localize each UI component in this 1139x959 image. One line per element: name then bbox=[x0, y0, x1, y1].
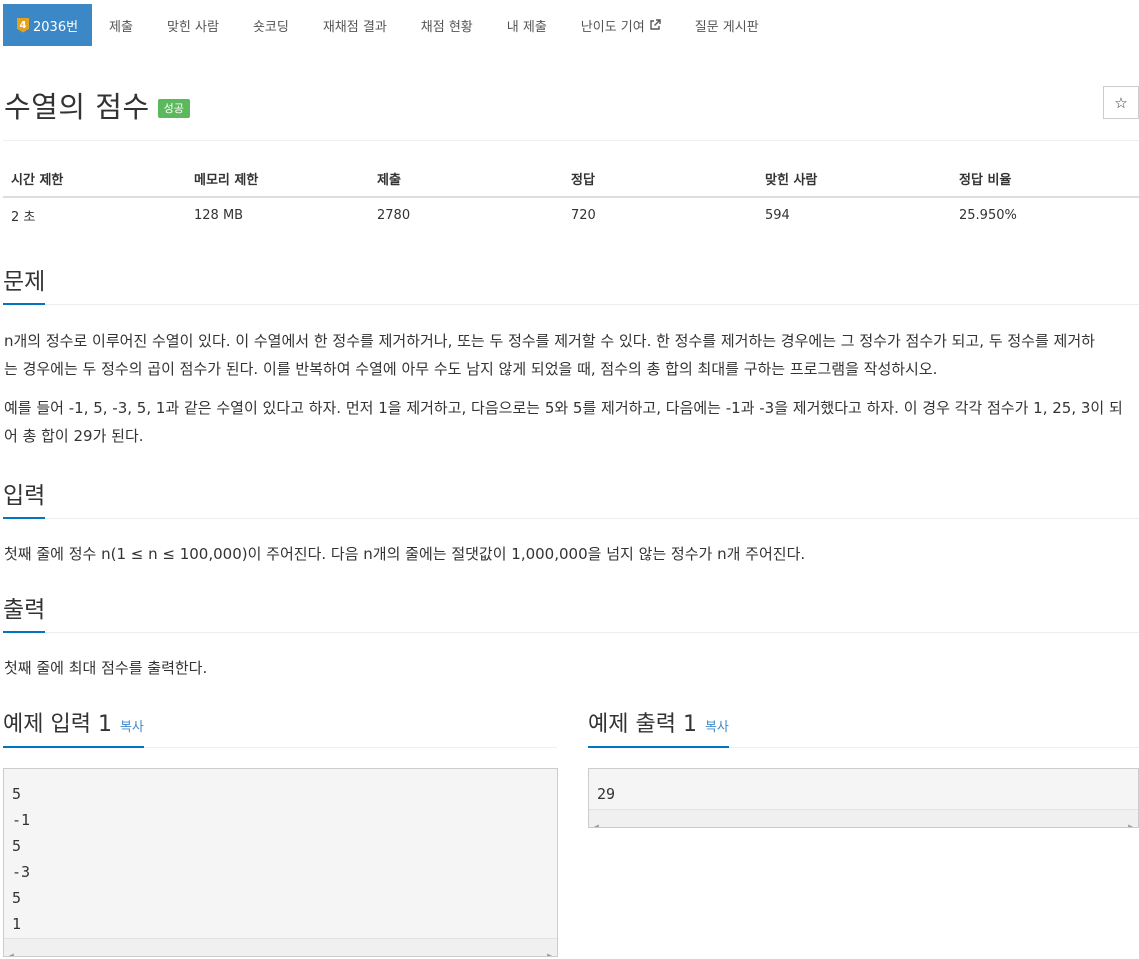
problem-description: n개의 정수로 이루어진 수열이 있다. 이 수열에서 한 정수를 제거하거나,… bbox=[4, 327, 1139, 450]
sample-output-box[interactable]: 29 ◀ ▶ bbox=[588, 768, 1139, 828]
info-header-submissions: 제출 bbox=[369, 160, 563, 198]
info-header-solved-users: 맞힌 사람 bbox=[757, 160, 951, 198]
problem-text-line: 어 총 합이 29가 된다. bbox=[4, 427, 144, 445]
problem-heading: 문제 bbox=[3, 262, 46, 305]
tab-my-submissions[interactable]: 내 제출 bbox=[490, 4, 564, 46]
favorite-star-button[interactable]: ☆ bbox=[1103, 86, 1139, 119]
external-link-icon bbox=[650, 19, 661, 30]
sample-output-line: 29 bbox=[597, 785, 616, 803]
page-title: 수열의 점수 bbox=[4, 90, 150, 124]
copy-sample-output-link[interactable]: 복사 bbox=[705, 716, 729, 735]
sample-input-line: -3 bbox=[12, 863, 31, 881]
sample-input-box[interactable]: 5 -1 5 -3 5 1 ◀ ▶ bbox=[3, 768, 558, 957]
info-solved-users: 594 bbox=[765, 208, 790, 223]
sample-input-header: 예제 입력 1 복사 bbox=[3, 706, 557, 748]
info-header-memory-limit: 메모리 제한 bbox=[186, 160, 369, 198]
problem-text-line: n개의 정수로 이루어진 수열이 있다. 이 수열에서 한 정수를 제거하거나,… bbox=[4, 332, 1095, 350]
scroll-left-icon[interactable]: ◀ bbox=[9, 943, 14, 956]
tab-solved-users[interactable]: 맞힌 사람 bbox=[150, 4, 236, 46]
tier-badge-icon: 4 bbox=[17, 17, 29, 33]
problem-number-label: 2036번 bbox=[33, 19, 79, 35]
scroll-right-icon[interactable]: ▶ bbox=[1128, 814, 1133, 827]
input-heading: 입력 bbox=[3, 476, 46, 519]
copy-sample-input-link[interactable]: 복사 bbox=[120, 716, 144, 735]
sample-input-line: 5 bbox=[12, 785, 22, 803]
info-accept-rate: 25.950% bbox=[959, 208, 1017, 223]
tab-question-board[interactable]: 질문 게시판 bbox=[678, 4, 776, 46]
difficulty-contribution-label: 난이도 기여 bbox=[580, 19, 645, 35]
sample-input-title: 예제 입력 1 bbox=[3, 712, 112, 737]
problem-text-line: 예를 들어 -1, 5, -3, 5, 1과 같은 수열이 있다고 하자. 먼저… bbox=[4, 399, 1123, 417]
sample-input-line: 1 bbox=[12, 915, 22, 933]
info-accepted: 720 bbox=[571, 208, 596, 223]
sample-output-header: 예제 출력 1 복사 bbox=[588, 706, 1139, 748]
info-header-row: 시간 제한 메모리 제한 제출 정답 맞힌 사람 정답 비율 bbox=[3, 160, 1139, 198]
title-divider bbox=[3, 140, 1139, 141]
output-section-header: 출력 bbox=[3, 590, 1139, 633]
tab-difficulty-contribution[interactable]: 난이도 기여 bbox=[564, 4, 678, 46]
tab-judge-status[interactable]: 채점 현황 bbox=[404, 4, 490, 46]
info-value-row: 2 초 128 MB 2780 720 594 25.950% bbox=[3, 197, 1139, 233]
problem-nav: 4 2036번 제출 맞힌 사람 숏코딩 재채점 결과 채점 현황 내 제출 난… bbox=[3, 4, 776, 46]
scroll-right-icon[interactable]: ▶ bbox=[547, 943, 552, 956]
sample-input-line: 5 bbox=[12, 889, 22, 907]
info-header-accepted: 정답 bbox=[563, 160, 757, 198]
scroll-left-icon[interactable]: ◀ bbox=[594, 814, 599, 827]
star-icon: ☆ bbox=[1114, 93, 1128, 112]
sample-input-line: -1 bbox=[12, 811, 31, 829]
input-description: 첫째 줄에 정수 n(1 ≤ n ≤ 100,000)이 주어진다. 다음 n개… bbox=[4, 545, 806, 563]
info-header-time-limit: 시간 제한 bbox=[3, 160, 186, 198]
info-memory-limit: 128 MB bbox=[194, 208, 244, 223]
sample-input-line: 5 bbox=[12, 837, 22, 855]
output-heading: 출력 bbox=[3, 590, 46, 633]
tab-problem-number[interactable]: 4 2036번 bbox=[3, 4, 93, 46]
info-submissions: 2780 bbox=[377, 208, 411, 223]
sample-output-scrollbar[interactable]: ◀ ▶ bbox=[589, 809, 1138, 827]
tab-rejudge-results[interactable]: 재채점 결과 bbox=[306, 4, 404, 46]
tab-submit[interactable]: 제출 bbox=[92, 4, 150, 46]
info-time-limit: 2 초 bbox=[11, 210, 36, 225]
tab-short-coding[interactable]: 숏코딩 bbox=[236, 4, 306, 46]
output-description: 첫째 줄에 최대 점수를 출력한다. bbox=[4, 659, 208, 677]
sample-input-scrollbar[interactable]: ◀ ▶ bbox=[4, 938, 557, 956]
title-row: 수열의 점수 성공 bbox=[4, 84, 190, 126]
info-header-accept-rate: 정답 비율 bbox=[951, 160, 1139, 198]
problem-section-header: 문제 bbox=[3, 262, 1139, 305]
problem-text-line: 는 경우에는 두 정수의 곱이 점수가 된다. 이를 반복하여 수열에 아무 수… bbox=[4, 360, 938, 378]
problem-info-table: 시간 제한 메모리 제한 제출 정답 맞힌 사람 정답 비율 2 초 128 M… bbox=[3, 160, 1139, 233]
input-section-header: 입력 bbox=[3, 476, 1139, 519]
sample-output-title: 예제 출력 1 bbox=[588, 712, 697, 737]
status-badge: 성공 bbox=[157, 98, 190, 118]
